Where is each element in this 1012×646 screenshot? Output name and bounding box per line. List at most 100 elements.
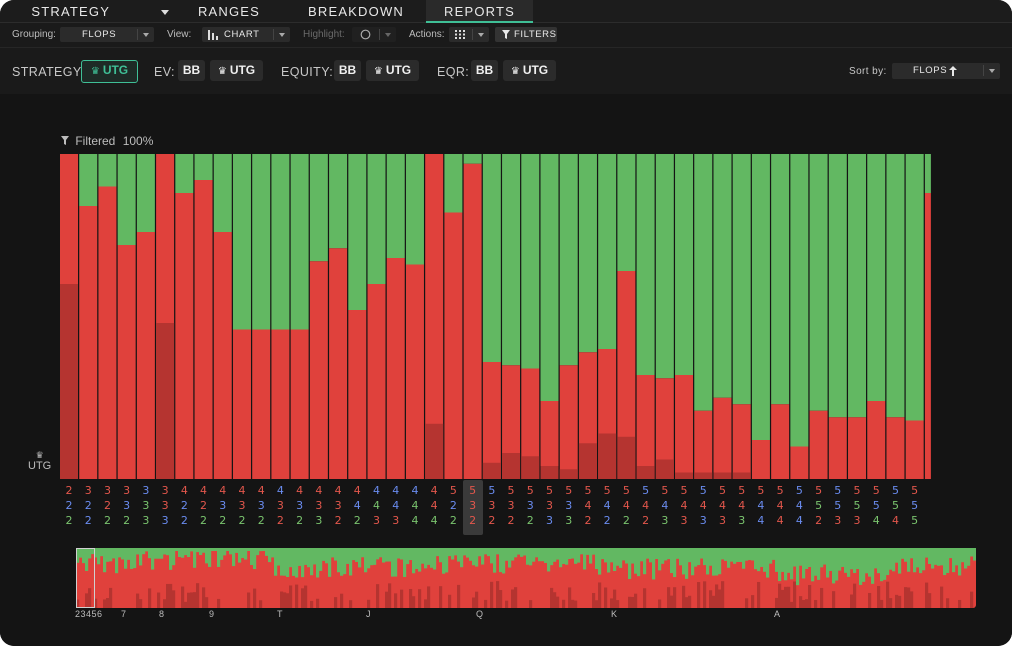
tab-ranges[interactable]: RANGES (186, 0, 272, 22)
bar-segment-green[interactable] (924, 154, 931, 193)
bar-segment-green[interactable] (194, 154, 213, 180)
bar-segment-green[interactable] (271, 154, 290, 330)
bar-segment-red[interactable] (848, 417, 867, 479)
bar-segment-red[interactable] (175, 193, 194, 479)
bar-segment-green[interactable] (521, 154, 540, 369)
bar-segment-red[interactable] (559, 365, 578, 479)
bar-segment-red[interactable] (329, 248, 348, 479)
bar-segment-green[interactable] (117, 154, 136, 245)
equity-bb-pill[interactable]: BB (334, 60, 361, 81)
tab-breakdown[interactable]: BREAKDOWN (300, 0, 412, 22)
bar-segment-red[interactable] (79, 206, 98, 479)
bar-segment-red[interactable] (790, 446, 809, 480)
bar-segment-red[interactable] (98, 186, 117, 480)
bar-segment-green[interactable] (617, 154, 636, 271)
bar-segment-green[interactable] (348, 154, 367, 310)
bar-segment-green[interactable] (675, 154, 694, 375)
bar-segment-red[interactable] (194, 180, 213, 479)
chevron-down-icon[interactable] (160, 10, 169, 16)
bar-segment-green[interactable] (636, 154, 655, 375)
bar-segment-green[interactable] (598, 154, 617, 349)
bar-segment-dark-red[interactable] (655, 459, 674, 480)
actions-select[interactable] (449, 27, 489, 42)
sort-select[interactable]: FLOPS (892, 63, 1000, 79)
bar-segment-red[interactable] (905, 420, 924, 480)
ev-bb-pill[interactable]: BB (178, 60, 205, 81)
overview-strip[interactable] (76, 548, 976, 608)
bar-segment-green[interactable] (444, 154, 463, 213)
highlight-select[interactable] (352, 27, 396, 42)
bar-segment-green[interactable] (367, 154, 386, 284)
bar-segment-red[interactable] (232, 329, 251, 480)
equity-utg-pill[interactable]: ♛ UTG (366, 60, 419, 81)
bar-segment-red[interactable] (463, 163, 482, 479)
view-select[interactable]: CHART (202, 27, 290, 42)
bar-segment-red[interactable] (636, 375, 655, 479)
bar-segment-dark-red[interactable] (732, 472, 751, 480)
bar-segment-red[interactable] (482, 362, 501, 479)
bar-segment-green[interactable] (751, 154, 770, 440)
bar-segment-red[interactable] (290, 329, 309, 480)
bar-segment-dark-red[interactable] (598, 433, 617, 480)
bar-segment-dark-red[interactable] (540, 466, 559, 479)
bar-segment-red[interactable] (809, 410, 828, 479)
bar-segment-dark-red[interactable] (521, 456, 540, 479)
bar-segment-green[interactable] (867, 154, 886, 401)
bar-segment-green[interactable] (790, 154, 809, 447)
bar-segment-green[interactable] (405, 154, 424, 265)
strategy-utg-pill[interactable]: ♛ UTG (81, 60, 138, 83)
bar-segment-green[interactable] (848, 154, 867, 418)
eqr-bb-pill[interactable]: BB (471, 60, 498, 81)
bar-segment-dark-red[interactable] (156, 323, 175, 479)
bar-segment-dark-red[interactable] (60, 284, 78, 479)
bar-segment-red[interactable] (444, 212, 463, 480)
bar-segment-green[interactable] (540, 154, 559, 401)
bar-segment-dark-red[interactable] (482, 462, 501, 479)
bar-segment-red[interactable] (675, 375, 694, 479)
bar-segment-green[interactable] (79, 154, 98, 206)
bar-segment-dark-red[interactable] (425, 423, 444, 479)
filters-button[interactable]: FILTERS (495, 27, 557, 42)
bar-segment-green[interactable] (98, 154, 117, 187)
bar-segment-green[interactable] (655, 154, 674, 379)
bar-segment-red[interactable] (117, 245, 136, 479)
bar-segment-green[interactable] (905, 154, 924, 421)
bar-segment-green[interactable] (213, 154, 232, 232)
bar-segment-red[interactable] (405, 264, 424, 480)
bar-segment-red[interactable] (713, 397, 732, 479)
bar-segment-dark-red[interactable] (502, 453, 521, 479)
bar-segment-green[interactable] (732, 154, 751, 405)
bar-segment-green[interactable] (578, 154, 597, 353)
bar-segment-red[interactable] (886, 417, 905, 479)
bar-segment-green[interactable] (482, 154, 501, 362)
bar-segment-green[interactable] (175, 154, 194, 193)
bar-segment-red[interactable] (924, 193, 931, 479)
bar-segment-green[interactable] (771, 154, 790, 405)
bar-segment-green[interactable] (694, 154, 713, 411)
bar-segment-dark-red[interactable] (713, 472, 732, 480)
bar-segment-green[interactable] (232, 154, 251, 330)
bar-segment-green[interactable] (502, 154, 521, 366)
bar-segment-green[interactable] (828, 154, 847, 418)
grouping-select[interactable]: FLOPS (60, 27, 154, 42)
bar-segment-red[interactable] (771, 404, 790, 479)
bar-segment-red[interactable] (732, 404, 751, 479)
tab-strategy[interactable]: STRATEGY (30, 0, 170, 22)
bar-segment-green[interactable] (309, 154, 328, 262)
bar-segment-green[interactable] (329, 154, 348, 249)
bar-segment-red[interactable] (694, 410, 713, 479)
ev-utg-pill[interactable]: ♛ UTG (210, 60, 263, 81)
bar-segment-dark-red[interactable] (694, 472, 713, 480)
bar-segment-green[interactable] (252, 154, 271, 330)
eqr-utg-pill[interactable]: ♛ UTG (503, 60, 556, 81)
bar-segment-red[interactable] (309, 261, 328, 479)
bar-segment-red[interactable] (136, 232, 155, 479)
bar-segment-red[interactable] (386, 258, 405, 479)
bar-segment-dark-red[interactable] (617, 436, 636, 479)
bar-segment-red[interactable] (213, 232, 232, 479)
bar-segment-red[interactable] (367, 284, 386, 479)
bar-segment-dark-red[interactable] (636, 466, 655, 479)
bar-segment-red[interactable] (252, 329, 271, 480)
bar-segment-dark-red[interactable] (675, 472, 694, 480)
bar-segment-red[interactable] (271, 329, 290, 480)
